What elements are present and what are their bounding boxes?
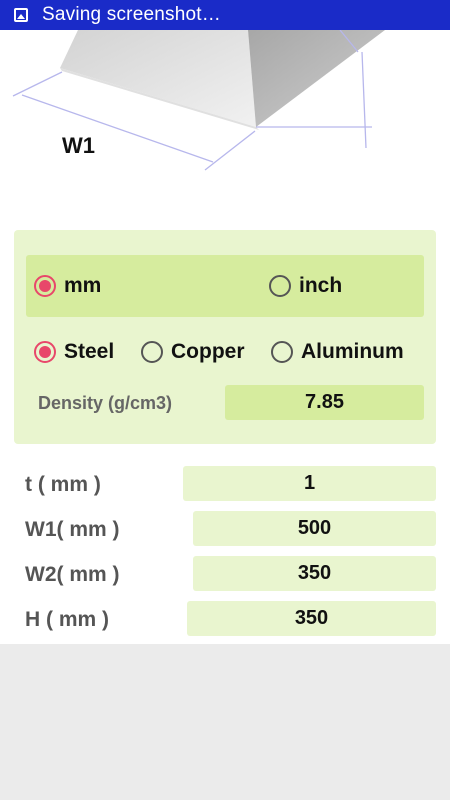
w1-label: W1( mm ) — [25, 518, 120, 541]
material-steel-label: Steel — [64, 340, 115, 363]
material-aluminum-radio[interactable]: Aluminum — [271, 340, 404, 364]
status-text: Saving screenshot… — [42, 4, 221, 25]
radio-checked-icon — [34, 275, 56, 297]
w2-input[interactable]: 350 — [193, 556, 436, 591]
material-aluminum-label: Aluminum — [301, 340, 404, 363]
t-label: t ( mm ) — [25, 473, 101, 496]
material-steel-radio[interactable]: Steel — [34, 340, 114, 364]
radio-unchecked-icon — [269, 275, 291, 297]
t-input[interactable]: 1 — [183, 466, 436, 501]
h-input[interactable]: 350 — [187, 601, 436, 636]
material-copper-label: Copper — [171, 340, 245, 363]
w2-label: W2( mm ) — [25, 563, 120, 586]
w1-input[interactable]: 500 — [193, 511, 436, 546]
unit-mm-radio[interactable]: mm — [34, 274, 101, 298]
status-bar: Saving screenshot… — [0, 0, 450, 30]
h-label: H ( mm ) — [25, 608, 109, 631]
main-content: W1 mm inch Steel Copper Aluminum Density… — [0, 29, 450, 644]
radio-checked-icon — [34, 341, 56, 363]
unit-inch-radio[interactable]: inch — [269, 274, 342, 298]
radio-unchecked-icon — [271, 341, 293, 363]
unit-selector: mm inch — [26, 255, 424, 317]
w1-dimension-label: W1 — [62, 133, 95, 158]
material-copper-radio[interactable]: Copper — [141, 340, 245, 364]
frustum-illustration — [12, 29, 385, 171]
unit-inch-label: inch — [299, 274, 343, 297]
density-input[interactable]: 7.85 — [225, 385, 424, 420]
frustum-diagram: W1 — [0, 29, 450, 220]
image-icon — [14, 8, 28, 22]
radio-unchecked-icon — [141, 341, 163, 363]
unit-mm-label: mm — [64, 274, 102, 297]
settings-panel: mm inch Steel Copper Aluminum Density (g… — [14, 230, 436, 444]
density-label: Density (g/cm3) — [38, 393, 173, 413]
